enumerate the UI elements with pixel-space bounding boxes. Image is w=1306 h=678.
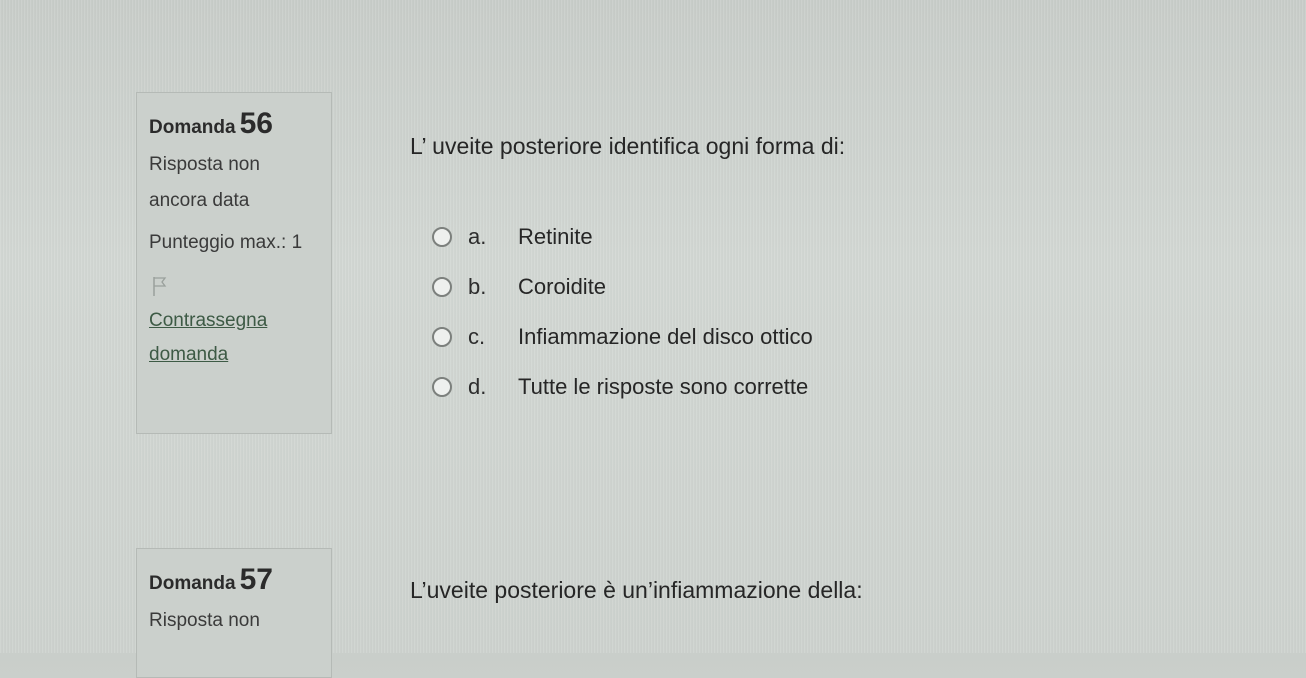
question-info-panel: Domanda 57 Risposta non bbox=[136, 548, 332, 678]
question-label: Domanda bbox=[149, 117, 236, 138]
option-text: Retinite bbox=[518, 224, 593, 249]
option-text: Coroidite bbox=[518, 274, 607, 299]
radio-unchecked-icon[interactable] bbox=[432, 277, 452, 297]
radio-unchecked-icon[interactable] bbox=[432, 377, 452, 397]
answer-option-a[interactable]: a. Retinite bbox=[432, 212, 813, 262]
option-text: Tutte le risposte sono corrette bbox=[518, 374, 809, 399]
question-label: Domanda bbox=[149, 573, 236, 594]
answer-options: a. Retinite b. Coroidite c. Infiammazion… bbox=[432, 212, 813, 412]
question-grade: Punteggio max.: 1 bbox=[149, 232, 303, 253]
option-letter: a. bbox=[468, 224, 487, 249]
question-number-value: 56 bbox=[239, 107, 273, 140]
question-state: Risposta non bbox=[149, 610, 260, 631]
option-text: Infiammazione del disco ottico bbox=[518, 324, 813, 349]
answer-option-b[interactable]: b. Coroidite bbox=[432, 262, 813, 312]
option-letter: c. bbox=[468, 324, 486, 349]
flag-question-link[interactable]: Contrassegna domanda bbox=[149, 304, 319, 372]
question-number: Domanda 56 bbox=[149, 107, 319, 141]
radio-unchecked-icon[interactable] bbox=[432, 227, 452, 247]
question-text: L’uveite posteriore è un’infiammazione d… bbox=[410, 577, 863, 603]
answer-option-d[interactable]: d. Tutte le risposte sono corrette bbox=[432, 362, 813, 412]
option-letter: d. bbox=[468, 374, 487, 399]
question-info-panel: Domanda 56 Risposta non ancora data Punte… bbox=[136, 92, 332, 434]
question-state: Risposta non ancora data bbox=[149, 154, 260, 211]
question-number: Domanda 57 bbox=[149, 563, 319, 597]
question-number-value: 57 bbox=[239, 563, 273, 596]
option-letter: b. bbox=[468, 274, 487, 299]
question-text: L’ uveite posteriore identifica ogni for… bbox=[410, 133, 846, 159]
flag-icon[interactable] bbox=[149, 275, 169, 297]
answer-option-c[interactable]: c. Infiammazione del disco ottico bbox=[432, 312, 813, 362]
radio-unchecked-icon[interactable] bbox=[432, 327, 452, 347]
